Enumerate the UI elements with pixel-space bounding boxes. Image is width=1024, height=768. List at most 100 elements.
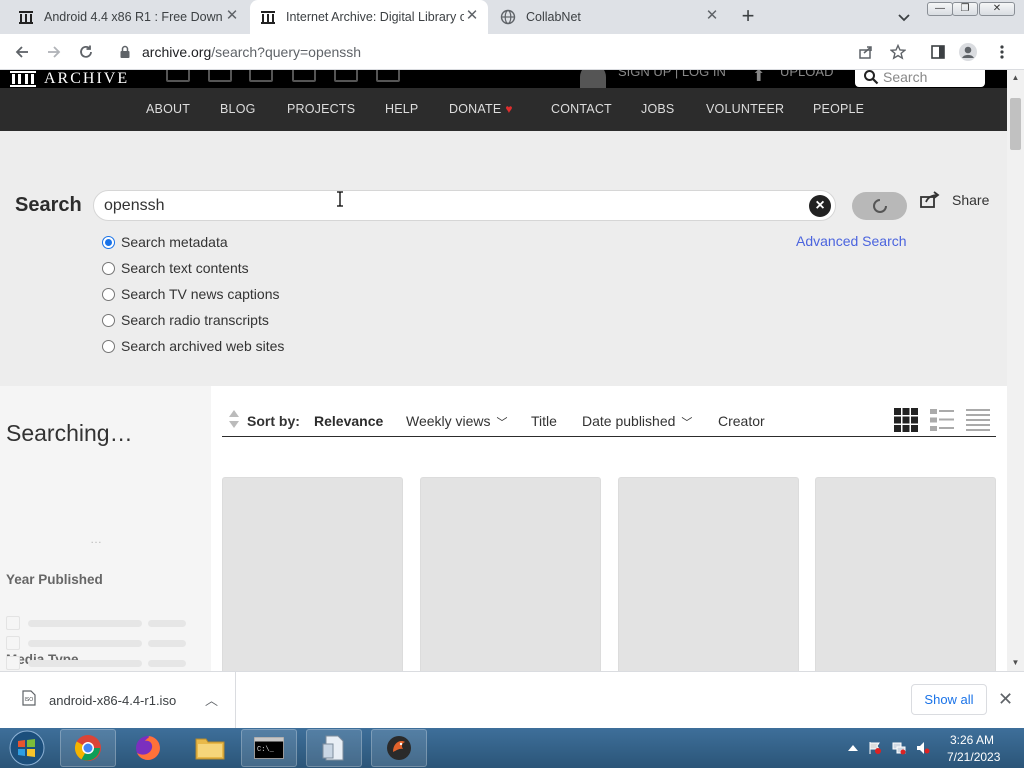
tab-search-chevron-icon[interactable] [896, 9, 912, 25]
sort-title[interactable]: Title [531, 413, 557, 429]
radio-button[interactable] [102, 235, 115, 249]
scroll-up-icon[interactable]: ▲ [1011, 73, 1020, 82]
show-all-downloads-button[interactable]: Show all [911, 684, 987, 715]
search-icon [864, 70, 879, 84]
tab-collabnet[interactable]: CollabNet ✕ [490, 0, 728, 34]
result-card-placeholder [420, 477, 601, 671]
tab-close-icon[interactable]: ✕ [224, 8, 240, 24]
radio-search-radio[interactable]: Search radio transcripts [102, 312, 269, 328]
close-download-bar-icon[interactable]: ✕ [998, 689, 1013, 710]
compact-list-view-icon[interactable] [966, 408, 990, 432]
signup-login-link[interactable]: SIGN UP | LOG IN [618, 70, 726, 79]
share-page-icon[interactable] [856, 42, 876, 62]
nav-donate[interactable]: DONATE ♥ [449, 88, 513, 131]
network-icon[interactable] [892, 741, 906, 755]
close-window-button[interactable]: ✕ [979, 2, 1015, 16]
side-panel-icon[interactable] [928, 42, 948, 62]
bookmark-star-icon[interactable] [888, 42, 908, 62]
sort-bar: Sort by: Relevance Weekly views ﹀ Title D… [222, 400, 996, 437]
upload-arrow-icon[interactable]: ⬆ [752, 70, 765, 86]
download-item[interactable]: ISO android-x86-4.4-r1.iso ︿ [0, 672, 236, 729]
volume-muted-icon[interactable] [916, 741, 930, 755]
skeleton-bar [148, 659, 186, 667]
nav-projects[interactable]: PROJECTS [287, 88, 355, 131]
taskbar-chrome[interactable] [60, 729, 116, 767]
reload-icon[interactable] [76, 42, 96, 62]
tab-close-icon[interactable]: ✕ [464, 8, 480, 24]
web-media-icon[interactable] [166, 70, 190, 82]
scrollbar-thumb[interactable] [1010, 98, 1021, 150]
ia-logo[interactable]: ARCHIVE [10, 70, 129, 88]
share-button[interactable]: Share [920, 191, 989, 209]
nav-contact[interactable]: CONTACT [551, 88, 612, 131]
radio-search-metadata[interactable]: Search metadata [102, 234, 228, 250]
skeleton-checkbox [6, 616, 20, 630]
images-media-icon[interactable] [376, 70, 400, 82]
taskbar-explorer[interactable] [182, 729, 238, 767]
sort-direction-icon[interactable] [227, 409, 241, 429]
tab-android-download[interactable]: Android 4.4 x86 R1 : Free Downlo ✕ [8, 0, 248, 34]
search-submit-button[interactable] [852, 192, 907, 220]
minimize-button[interactable]: — [927, 2, 953, 16]
windows-start-icon[interactable] [4, 728, 50, 768]
heart-icon: ♥ [505, 102, 513, 116]
nav-volunteer[interactable]: VOLUNTEER [706, 88, 784, 131]
radio-button[interactable] [102, 287, 115, 301]
clock-time[interactable]: 3:26 AM [950, 733, 994, 747]
nav-help[interactable]: HELP [385, 88, 418, 131]
taskbar-firefox[interactable] [120, 729, 176, 767]
scroll-down-icon[interactable]: ▼ [1011, 658, 1020, 667]
forward-icon[interactable] [44, 42, 64, 62]
chevron-up-icon[interactable]: ︿ [205, 690, 218, 709]
tab-close-icon[interactable]: ✕ [704, 8, 720, 24]
list-detail-view-icon[interactable] [930, 408, 954, 432]
user-avatar-icon[interactable] [580, 70, 606, 88]
facet-skeleton-row [6, 636, 186, 650]
address-bar[interactable]: archive.org/search?query=openssh [110, 38, 916, 66]
nav-blog[interactable]: BLOG [220, 88, 256, 131]
nav-jobs[interactable]: JOBS [641, 88, 674, 131]
action-center-flag-icon[interactable] [868, 741, 882, 755]
search-input[interactable]: openssh [93, 190, 836, 221]
radio-search-text[interactable]: Search text contents [102, 260, 249, 276]
radio-button[interactable] [102, 313, 115, 327]
page-scrollbar[interactable]: ▲ ▼ [1007, 70, 1024, 671]
radio-search-tv[interactable]: Search TV news captions [102, 286, 280, 302]
new-tab-button[interactable]: + [737, 5, 759, 28]
nav-about[interactable]: ABOUT [146, 88, 190, 131]
tile-view-icon[interactable] [894, 408, 918, 432]
sort-weekly-views[interactable]: Weekly views ﹀ [406, 413, 508, 430]
advanced-search-link[interactable]: Advanced Search [796, 233, 907, 249]
clear-search-button[interactable]: × [809, 195, 831, 217]
audio-media-icon[interactable] [292, 70, 316, 82]
windows-taskbar: C:\_ 3:26 AM 7/21/2023 [0, 728, 1024, 768]
sort-creator[interactable]: Creator [718, 413, 765, 429]
tray-expand-icon[interactable] [846, 741, 860, 755]
ia-top-bar: ARCHIVE SIGN UP | LOG IN ⬆ UPLOAD Search [0, 70, 1007, 88]
taskbar-cmd[interactable]: C:\_ [241, 729, 297, 767]
taskbar-app-parrot[interactable] [371, 729, 427, 767]
taskbar-file-app[interactable] [306, 729, 362, 767]
video-media-icon[interactable] [249, 70, 273, 82]
tab-title: Internet Archive: Digital Library o [286, 10, 464, 24]
browser-menu-icon[interactable] [992, 42, 1012, 62]
ia-header-search[interactable]: Search [855, 70, 985, 87]
sort-date-published[interactable]: Date published ﹀ [582, 413, 692, 430]
sort-relevance[interactable]: Relevance [314, 413, 383, 429]
upload-link[interactable]: UPLOAD [780, 70, 833, 79]
sort-by-label: Sort by: [247, 413, 300, 429]
tab-internet-archive[interactable]: Internet Archive: Digital Library o ✕ [250, 0, 488, 34]
radio-button[interactable] [102, 261, 115, 275]
radio-button[interactable] [102, 339, 115, 353]
restore-button[interactable]: ❐ [952, 2, 978, 16]
texts-media-icon[interactable] [208, 70, 232, 82]
nav-people[interactable]: PEOPLE [813, 88, 864, 131]
radio-label: Search radio transcripts [121, 312, 269, 328]
radio-label: Search metadata [121, 234, 228, 250]
back-icon[interactable] [12, 42, 32, 62]
clock-date[interactable]: 7/21/2023 [947, 750, 1000, 764]
radio-search-web[interactable]: Search archived web sites [102, 338, 284, 354]
archive-favicon-icon [261, 11, 275, 24]
software-media-icon[interactable] [334, 70, 358, 82]
profile-avatar-icon[interactable] [958, 42, 978, 62]
